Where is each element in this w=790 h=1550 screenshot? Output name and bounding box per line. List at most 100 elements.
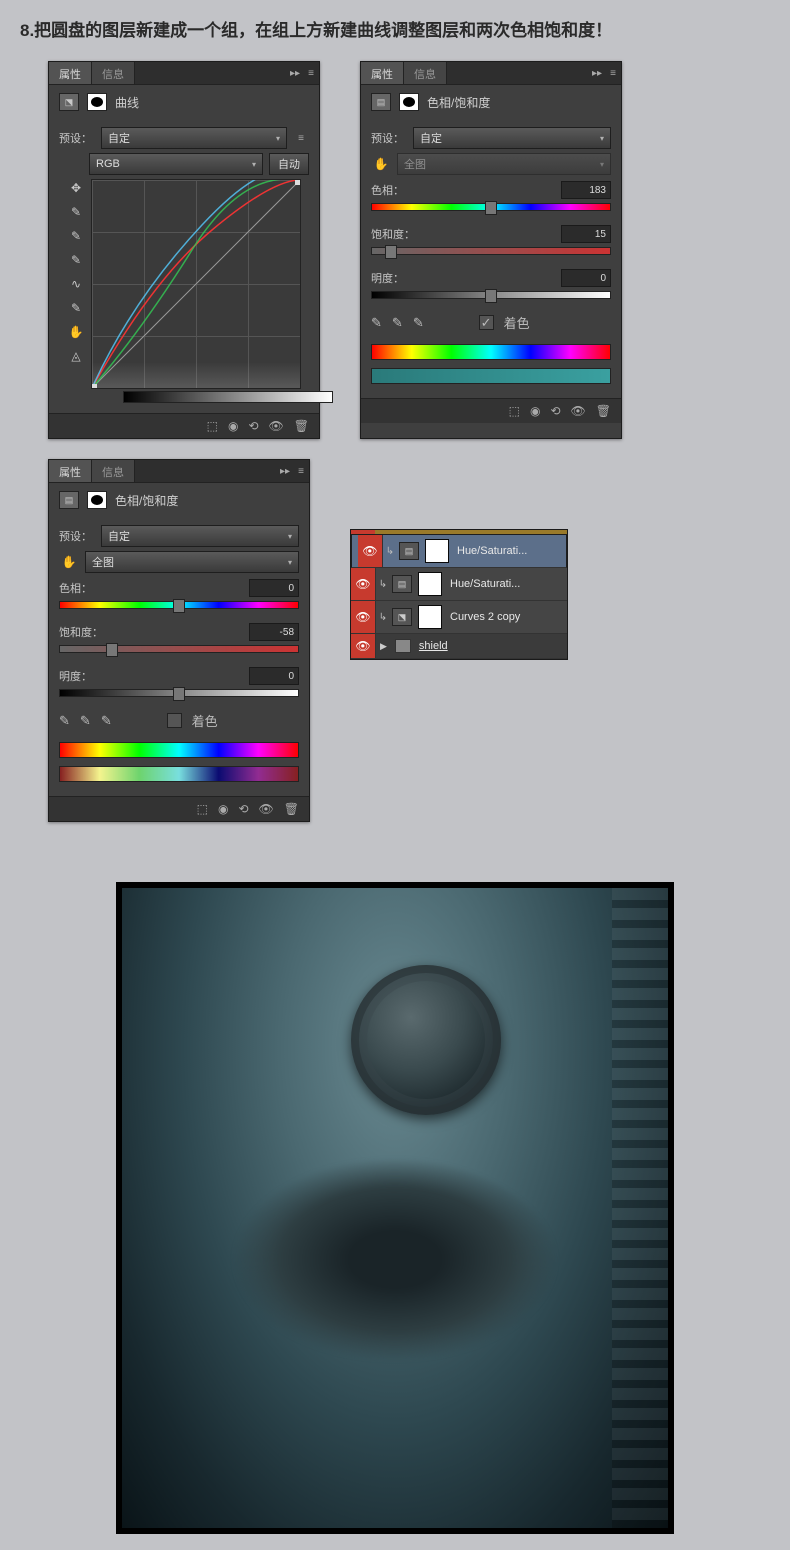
hsl-icon: ▤ [59, 491, 79, 509]
panel-title: 色相/饱和度 [115, 492, 178, 509]
tab-properties[interactable]: 属性 [361, 62, 404, 84]
colorize-label: 着色 [192, 711, 218, 730]
light-value[interactable]: 0 [561, 269, 611, 287]
colorize-checkbox[interactable]: ✓ [479, 315, 494, 330]
layer-name[interactable]: Curves 2 copy [446, 611, 567, 623]
clip-icon[interactable]: ⬚ [207, 419, 218, 433]
preset-select[interactable]: 自定▾ [101, 127, 287, 149]
view-prev-icon[interactable]: ◉ [218, 802, 228, 816]
hue-label: 色相： [371, 182, 407, 198]
visibility-toggle[interactable]: 👁 [351, 634, 376, 658]
hue-value[interactable]: 183 [561, 181, 611, 199]
visibility-toggle[interactable]: 👁 [358, 535, 383, 567]
menu-icon[interactable]: ≡ [293, 460, 309, 482]
folder-icon [395, 639, 411, 653]
target-adjust-icon[interactable]: ✥ [65, 179, 87, 197]
reset-icon[interactable]: ⟲ [550, 404, 560, 418]
eyedropper-black-icon[interactable]: ✎ [65, 203, 87, 221]
delete-icon[interactable]: 🗑 [294, 419, 309, 433]
preset-select[interactable]: 自定▾ [413, 127, 611, 149]
warning-icon[interactable]: ◬ [65, 347, 87, 365]
sat-value[interactable]: 15 [561, 225, 611, 243]
sat-label: 饱和度： [59, 624, 103, 640]
eyedropper-gray-icon[interactable]: ✎ [65, 227, 87, 245]
spectrum-out [371, 368, 611, 384]
panel-title: 色相/饱和度 [427, 94, 490, 111]
curves-adj-icon: ⬔ [392, 608, 412, 626]
light-slider[interactable] [59, 689, 299, 697]
light-value[interactable]: 0 [249, 667, 299, 685]
colorize-checkbox[interactable] [167, 713, 182, 728]
eyedropper-white-icon[interactable]: ✎ [65, 251, 87, 269]
preset-label: 预设： [59, 528, 95, 544]
light-slider[interactable] [371, 291, 611, 299]
auto-button[interactable]: 自动 [269, 153, 309, 175]
delete-icon[interactable]: 🗑 [284, 802, 299, 816]
range-select[interactable]: 全图▾ [85, 551, 299, 573]
group-name[interactable]: shield [415, 640, 567, 652]
view-prev-icon[interactable]: ◉ [530, 404, 540, 418]
menu-icon[interactable]: ≡ [605, 62, 621, 84]
tab-info[interactable]: 信息 [92, 62, 135, 84]
layer-row[interactable]: 👁 ↳ ⬔ Curves 2 copy [351, 601, 567, 634]
visibility-icon[interactable]: 👁 [269, 419, 284, 433]
smooth-icon[interactable]: ∿ [65, 275, 87, 293]
tab-info[interactable]: 信息 [92, 460, 135, 482]
eyedropper-icon[interactable]: ✎ [371, 315, 382, 331]
layer-row[interactable]: 👁 ↳ ▤ Hue/Saturati... [351, 534, 567, 568]
sat-slider[interactable] [59, 645, 299, 653]
eyedropper-minus-icon[interactable]: ✎ [101, 713, 112, 729]
curves-graph[interactable] [91, 179, 301, 389]
layer-name[interactable]: Hue/Saturati... [446, 578, 567, 590]
collapse-icon[interactable]: ▸▸ [589, 62, 605, 84]
mask-icon[interactable] [87, 93, 107, 111]
layer-row[interactable]: 👁 ↳ ▤ Hue/Saturati... [351, 568, 567, 601]
eyedropper-plus-icon[interactable]: ✎ [80, 713, 91, 729]
delete-icon[interactable]: 🗑 [596, 404, 611, 418]
preset-select[interactable]: 自定▾ [101, 525, 299, 547]
hsl-adj-icon: ▤ [392, 575, 412, 593]
panel-title: 曲线 [115, 94, 139, 111]
preset-label: 预设： [59, 130, 95, 146]
curves-icon: ⬔ [59, 93, 79, 111]
collapse-icon[interactable]: ▸▸ [277, 460, 293, 482]
layer-mask[interactable] [425, 539, 449, 563]
mask-icon[interactable] [87, 491, 107, 509]
target-adjust-icon[interactable]: ✋ [371, 155, 391, 173]
spectrum-in [59, 742, 299, 758]
collapse-icon[interactable]: ▸▸ [287, 62, 303, 84]
layer-mask[interactable] [418, 572, 442, 596]
tab-properties[interactable]: 属性 [49, 460, 92, 482]
channel-select[interactable]: RGB▾ [89, 153, 263, 175]
hue-value[interactable]: 0 [249, 579, 299, 597]
visibility-toggle[interactable]: 👁 [351, 601, 376, 633]
visibility-icon[interactable]: 👁 [571, 404, 586, 418]
hue-label: 色相： [59, 580, 95, 596]
layer-mask[interactable] [418, 605, 442, 629]
preset-menu-icon[interactable]: ≡ [293, 133, 309, 144]
clip-icon[interactable]: ⬚ [197, 802, 208, 816]
view-prev-icon[interactable]: ◉ [228, 419, 238, 433]
eyedropper-minus-icon[interactable]: ✎ [413, 315, 424, 331]
tab-info[interactable]: 信息 [404, 62, 447, 84]
eyedropper-icon[interactable]: ✎ [59, 713, 70, 729]
layer-name[interactable]: Hue/Saturati... [453, 545, 560, 557]
sat-slider[interactable] [371, 247, 611, 255]
menu-icon[interactable]: ≡ [303, 62, 319, 84]
hue-slider[interactable] [59, 601, 299, 609]
target-adjust-icon[interactable]: ✋ [59, 553, 79, 571]
visibility-icon[interactable]: 👁 [259, 802, 274, 816]
mask-icon[interactable] [399, 93, 419, 111]
clip-icon[interactable]: ⬚ [509, 404, 520, 418]
reset-icon[interactable]: ⟲ [238, 802, 248, 816]
pencil-icon[interactable]: ✎ [65, 299, 87, 317]
visibility-toggle[interactable]: 👁 [351, 568, 376, 600]
expand-icon[interactable]: ▶ [376, 641, 391, 652]
hand-icon[interactable]: ✋ [65, 323, 87, 341]
hue-slider[interactable] [371, 203, 611, 211]
sat-value[interactable]: -58 [249, 623, 299, 641]
tab-properties[interactable]: 属性 [49, 62, 92, 84]
eyedropper-plus-icon[interactable]: ✎ [392, 315, 403, 331]
layer-group-row[interactable]: 👁 ▶ shield [351, 634, 567, 659]
reset-icon[interactable]: ⟲ [248, 419, 258, 433]
